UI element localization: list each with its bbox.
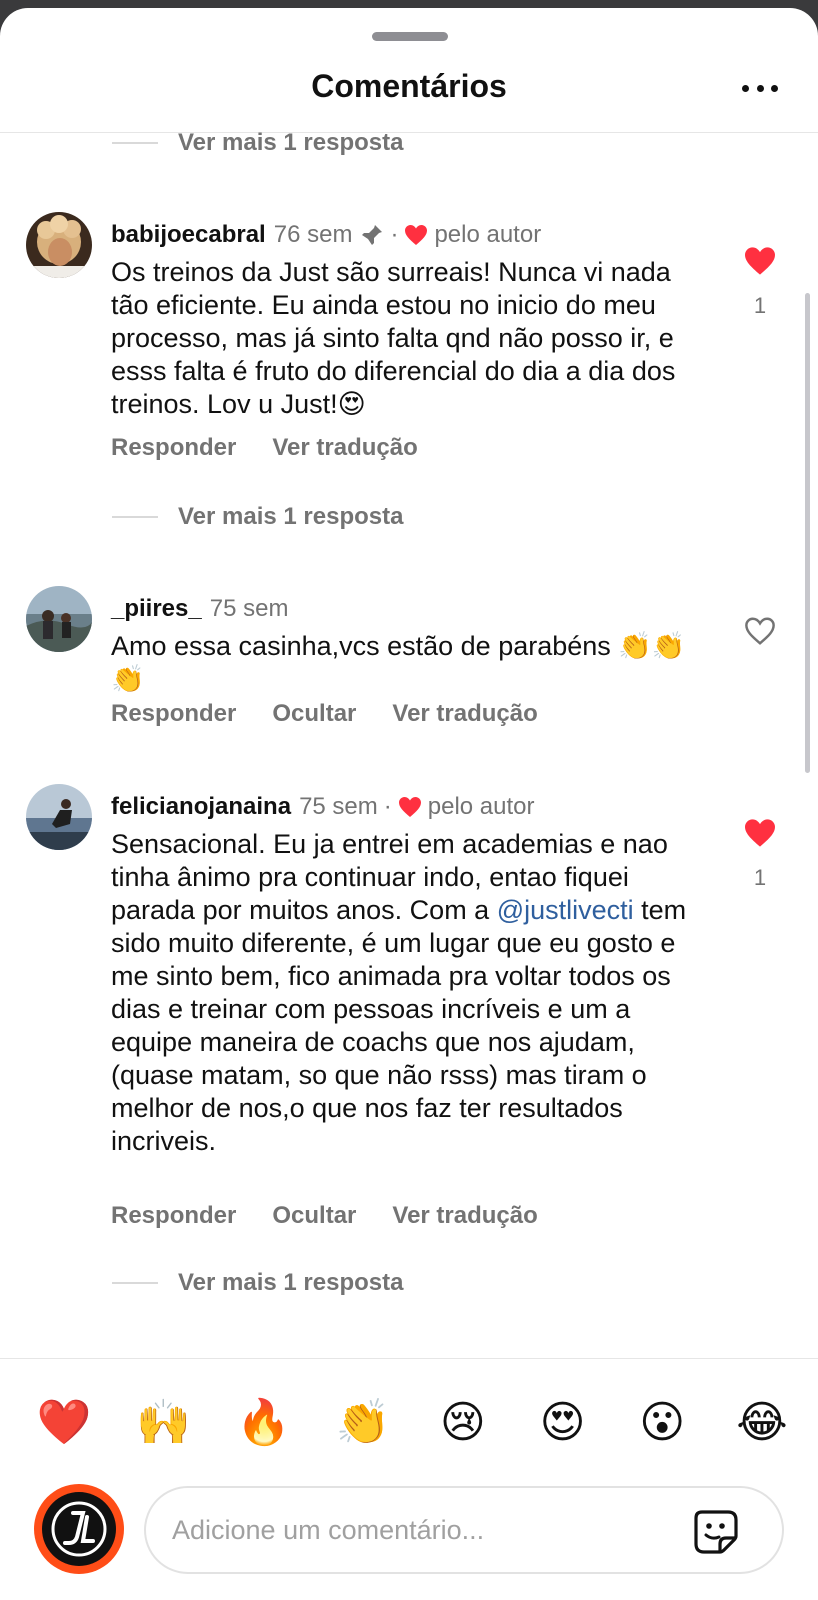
comment-username[interactable]: felicianojanaina: [111, 792, 291, 822]
heart-filled-icon[interactable]: [743, 246, 777, 276]
liked-by-author-label: pelo autor: [434, 221, 542, 248]
comment-time: 76 sem: [273, 221, 353, 248]
heart-icon: [398, 796, 422, 818]
reply-thread-line: [112, 1282, 158, 1284]
composer-avatar[interactable]: [34, 1484, 124, 1574]
separator-dot: ·: [383, 793, 392, 820]
emoji-heart-button[interactable]: ❤️: [34, 1396, 94, 1450]
comment-meta: _piires_ 75 sem: [111, 594, 288, 624]
comment-meta: babijoecabral 76 sem · pelo autor: [111, 220, 541, 250]
emoji-heart-eyes-button[interactable]: 😍: [533, 1396, 593, 1450]
emoji-surprised-button[interactable]: 😮: [632, 1396, 692, 1450]
comment-time: 75 sem: [209, 595, 289, 622]
comment-username[interactable]: _piires_: [111, 594, 202, 624]
reply-thread-line: [112, 516, 158, 518]
heart-icon: [404, 224, 428, 246]
sheet-grabber[interactable]: [372, 32, 448, 41]
reply-button[interactable]: Responder: [111, 434, 236, 462]
comment-actions: Responder Ver tradução: [111, 434, 454, 462]
scrollbar[interactable]: [805, 293, 810, 773]
translate-button[interactable]: Ver tradução: [392, 700, 537, 728]
page-title: Comentários: [311, 68, 507, 104]
comment-actions: Responder Ocultar Ver tradução: [111, 1202, 574, 1230]
avatar[interactable]: [26, 212, 92, 278]
like-column: 1: [740, 246, 780, 319]
hide-button[interactable]: Ocultar: [272, 1202, 356, 1230]
emoji-clap-button[interactable]: 👏: [333, 1396, 393, 1450]
emoji-laughing-button[interactable]: 😂: [732, 1396, 792, 1450]
mention-link[interactable]: @justlivecti: [497, 895, 634, 925]
avatar[interactable]: [26, 586, 92, 652]
sticker-icon[interactable]: [692, 1508, 740, 1556]
reply-button[interactable]: Responder: [111, 700, 236, 728]
view-more-replies-label: Ver mais 1 resposta: [178, 1269, 404, 1296]
quick-emoji-bar: ❤️ 🙌 🔥 👏 😢 😍 😮 😂: [34, 1396, 792, 1450]
like-column: [740, 616, 780, 651]
comment-text: Sensacional. Eu ja entrei em academias e…: [111, 828, 711, 1158]
comment-time: 75 sem: [299, 793, 378, 820]
heart-outline-icon[interactable]: [743, 616, 777, 646]
view-more-replies-label: Ver mais 1 resposta: [178, 129, 404, 156]
liked-by-author-label: pelo autor: [427, 793, 535, 820]
hide-button[interactable]: Ocultar: [272, 700, 356, 728]
reply-thread-line: [112, 142, 158, 144]
reply-button[interactable]: Responder: [111, 1202, 236, 1230]
comment-text-end: tem sido muito diferente, é um lugar que…: [111, 895, 687, 1156]
avatar[interactable]: [26, 784, 92, 850]
comment-meta: felicianojanaina 75 sem · pelo autor: [111, 792, 535, 822]
view-more-replies-label: Ver mais 1 resposta: [178, 503, 404, 530]
pin-icon: [360, 223, 384, 247]
composer-divider: [0, 1358, 818, 1359]
view-more-replies-button[interactable]: Ver mais 1 resposta: [112, 128, 403, 158]
like-column: 1: [740, 818, 780, 891]
emoji-crying-button[interactable]: 😢: [433, 1396, 493, 1450]
translate-button[interactable]: Ver tradução: [272, 434, 417, 462]
view-more-replies-button[interactable]: Ver mais 1 resposta: [112, 502, 403, 532]
comment-text: Amo essa casinha,vcs estão de parabéns 👏…: [111, 631, 686, 694]
brand-logo-icon: [42, 1492, 116, 1566]
emoji-raised-hands-button[interactable]: 🙌: [134, 1396, 194, 1450]
comments-sheet: Comentários Ver mais 1 resposta babijoec…: [0, 8, 818, 1600]
comment-actions: Responder Ocultar Ver tradução: [111, 700, 574, 728]
separator-dot: ·: [390, 221, 399, 248]
emoji-fire-button[interactable]: 🔥: [233, 1396, 293, 1450]
heart-filled-icon[interactable]: [743, 818, 777, 848]
more-dots-icon[interactable]: [742, 76, 778, 100]
comment-input[interactable]: Adicione um comentário...: [144, 1486, 784, 1574]
like-count: 1: [753, 293, 767, 318]
view-more-replies-button[interactable]: Ver mais 1 resposta: [112, 1268, 403, 1298]
comment-username[interactable]: babijoecabral: [111, 220, 266, 250]
translate-button[interactable]: Ver tradução: [392, 1202, 537, 1230]
like-count: 1: [753, 865, 767, 890]
comment-text: Os treinos da Just são surreais! Nunca v…: [111, 257, 676, 419]
